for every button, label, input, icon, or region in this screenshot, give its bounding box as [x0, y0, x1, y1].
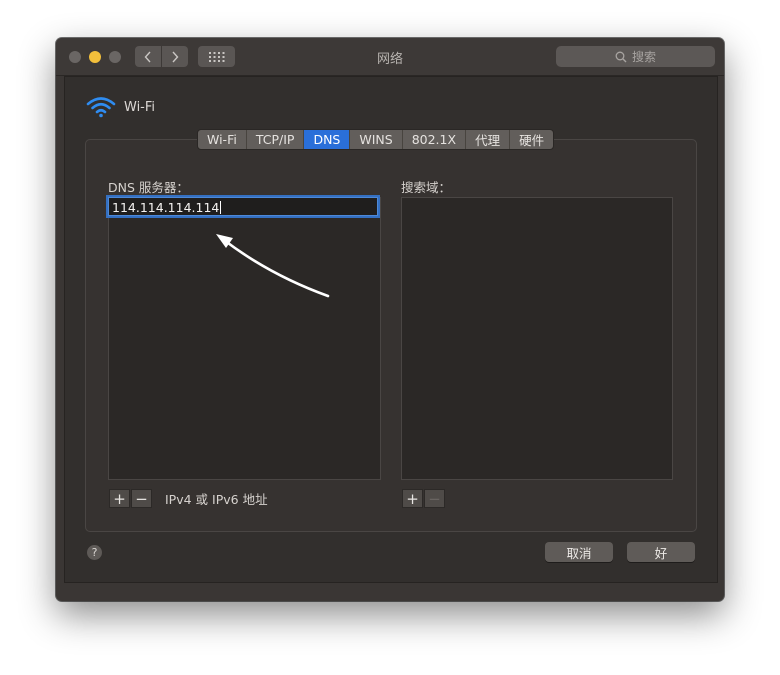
- annotation-arrow: [216, 234, 330, 298]
- ok-button[interactable]: 好: [627, 542, 695, 562]
- cancel-button[interactable]: 取消: [545, 542, 613, 562]
- help-button[interactable]: ?: [87, 545, 102, 560]
